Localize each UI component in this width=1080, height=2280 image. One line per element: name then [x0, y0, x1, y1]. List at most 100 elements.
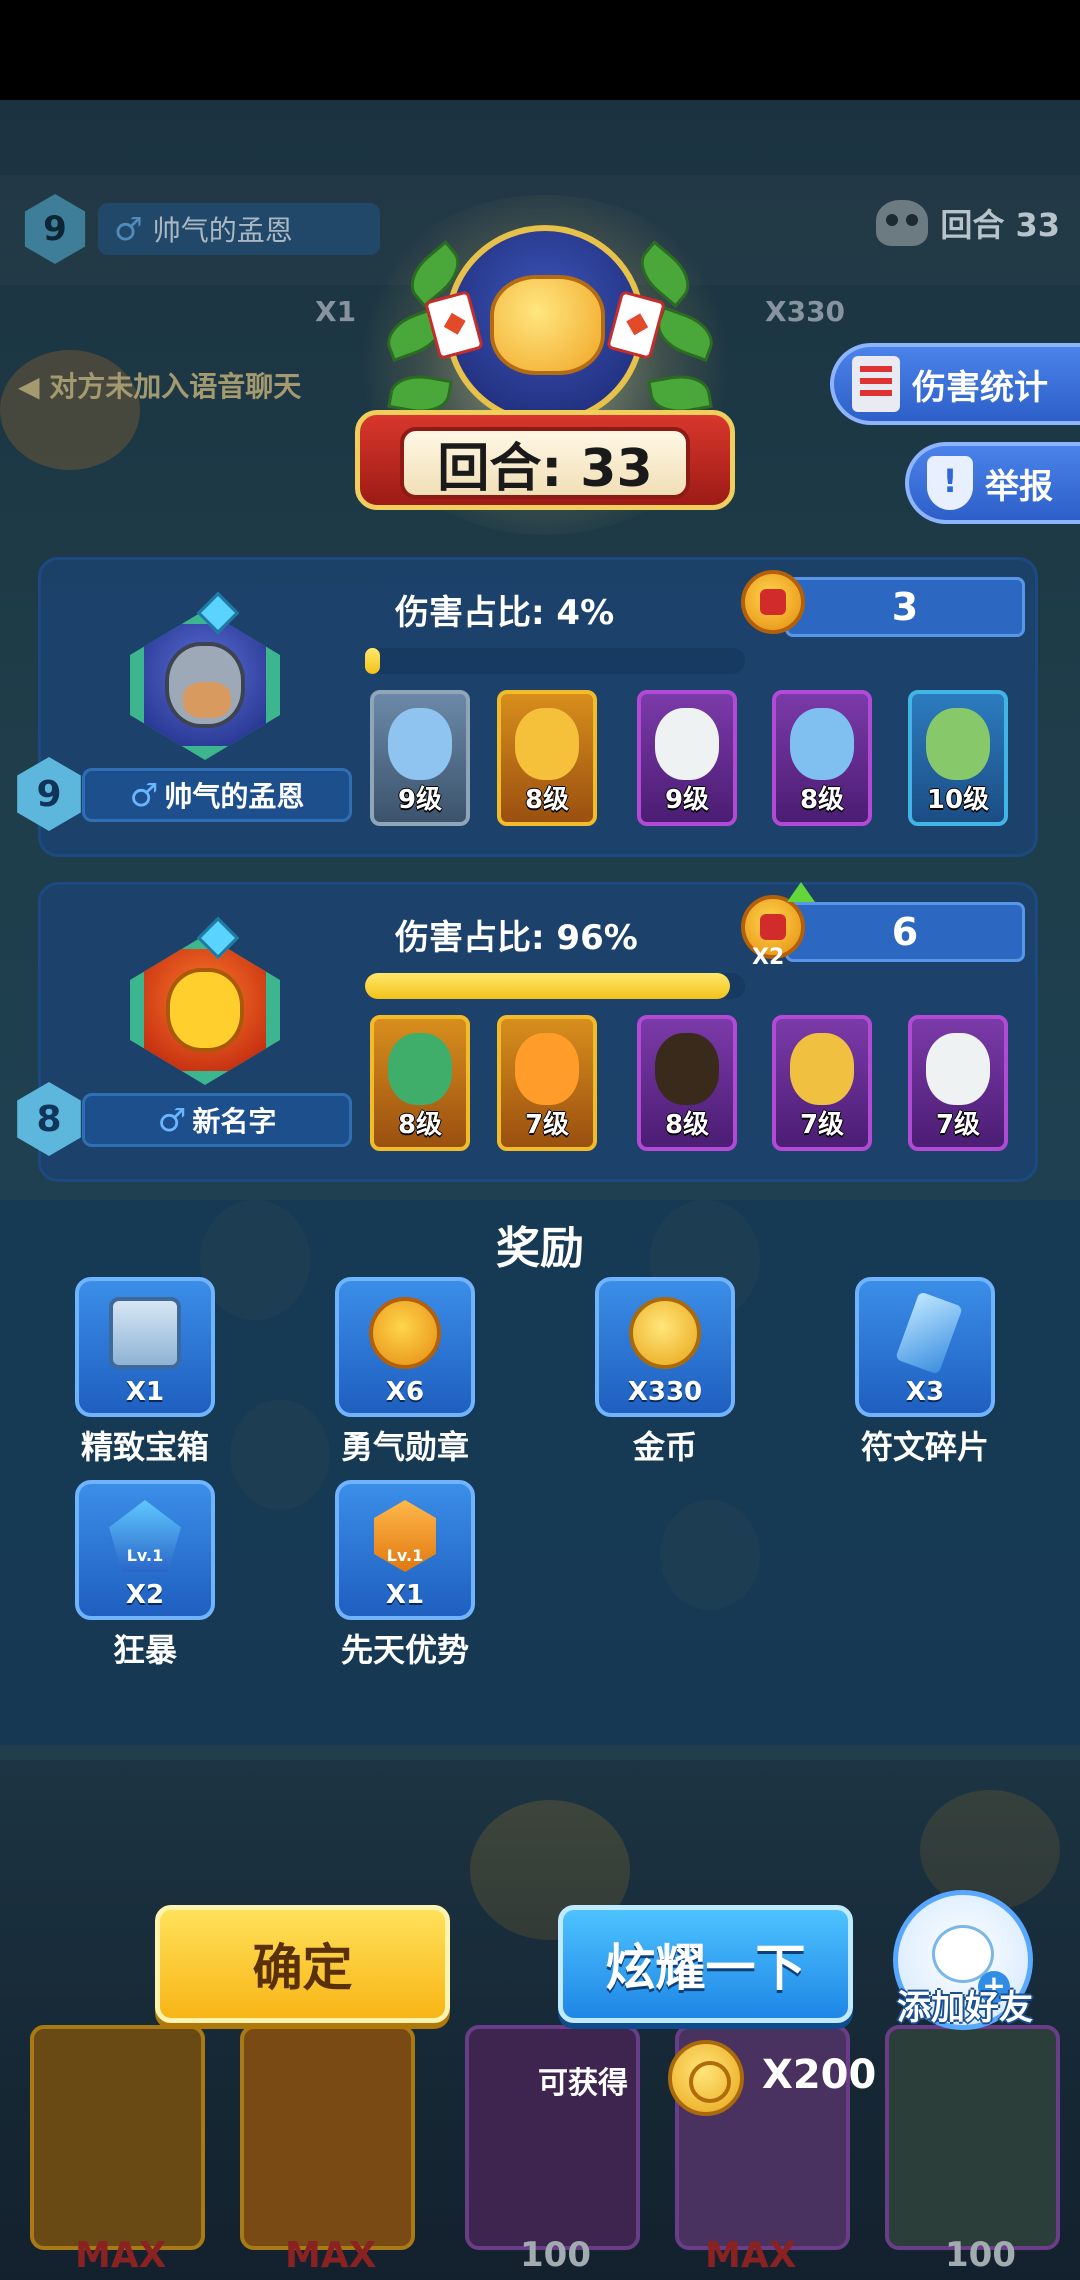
report-label: 举报: [985, 466, 1053, 507]
round-indicator: 回合 33: [876, 200, 1060, 246]
reward-quantity: X1: [385, 1580, 425, 1610]
male-icon: ♂: [114, 210, 143, 248]
hero-card[interactable]: 8级: [637, 1015, 737, 1151]
bottom-hero-card[interactable]: [240, 2025, 415, 2250]
gold-coin-icon: [629, 1297, 701, 1369]
hero-card[interactable]: 8级: [497, 690, 597, 826]
hero-level: 10级: [926, 785, 990, 815]
player-2-name-bar: ♂ 新名字: [82, 1093, 352, 1147]
monocle-hero-icon: [926, 708, 990, 780]
male-icon: ♂: [129, 776, 159, 814]
rune-shard-icon: [895, 1291, 963, 1375]
courage-medal-icon: [369, 1297, 441, 1369]
knight-avatar-icon: [144, 624, 266, 746]
player-2-damage-label: 伤害占比: 96%: [395, 918, 638, 958]
reward-quantity: X1: [125, 1377, 165, 1407]
max-label: MAX: [285, 2235, 377, 2276]
flame-avatar-icon: [144, 949, 266, 1071]
reward-quantity: X3: [905, 1377, 945, 1407]
reward-item[interactable]: X1: [75, 1277, 215, 1417]
reward-item[interactable]: X6: [335, 1277, 475, 1417]
damage-stats-button[interactable]: 伤害统计: [830, 343, 1080, 425]
reward-level-badge: Lv.1: [126, 1546, 164, 1565]
show-off-button[interactable]: 炫耀一下: [558, 1905, 853, 2023]
fire-hero-icon: [515, 1033, 579, 1105]
reward-name: 狂暴: [112, 1631, 177, 1669]
top-player-name: 帅气的孟恩: [152, 214, 293, 247]
upgrade-cost: 100: [945, 2235, 1016, 2275]
reward-name: 勇气勋章: [340, 1428, 469, 1466]
skull-icon: [876, 200, 929, 246]
miner-hero-icon: [388, 708, 452, 780]
voice-chat-text: 对方未加入语音聊天: [49, 370, 302, 403]
reward-item[interactable]: X330: [595, 1277, 735, 1417]
confirm-button[interactable]: 确定: [155, 1905, 450, 2023]
hero-level: 9级: [664, 785, 710, 815]
player-2-name: 新名字: [192, 1105, 277, 1138]
top-player-name-bar: ♂ 帅气的孟恩: [98, 203, 380, 255]
courage-medal-icon: [741, 570, 805, 634]
reward-level-badge: Lv.1: [386, 1546, 424, 1565]
hero-card[interactable]: 8级: [370, 1015, 470, 1151]
reward-item[interactable]: Lv.1 X1: [335, 1480, 475, 1620]
round-label: 回合: 33: [400, 427, 690, 499]
reward-name: 符文碎片: [860, 1428, 989, 1466]
reward-name: 先天优势: [340, 1631, 469, 1669]
max-label: MAX: [75, 2235, 167, 2276]
hero-level: 7级: [935, 1110, 981, 1140]
round-emblem: 回合: 33: [345, 195, 745, 535]
obtain-quantity: X200: [762, 2052, 877, 2098]
speaker-icon: ◀: [18, 370, 40, 403]
stats-list-icon: [852, 356, 900, 412]
reward-quantity: X6: [385, 1377, 425, 1407]
male-icon: ♂: [157, 1101, 187, 1139]
obtain-label: 可获得: [538, 2066, 628, 2101]
bottom-hero-card[interactable]: [885, 2025, 1060, 2250]
dim-count-right: X330: [765, 295, 846, 328]
astronaut-hero-icon: [790, 1033, 854, 1105]
top-player-chip: 9 ♂ 帅气的孟恩: [20, 194, 380, 264]
bottom-hero-card[interactable]: [30, 2025, 205, 2250]
hero-card[interactable]: 9级: [637, 690, 737, 826]
hero-card[interactable]: 10级: [908, 690, 1008, 826]
player-1-name: 帅气的孟恩: [164, 780, 305, 813]
hero-card[interactable]: 9级: [370, 690, 470, 826]
top-player-level: 9: [24, 194, 86, 264]
hero-card[interactable]: 8级: [772, 690, 872, 826]
goblin-hero-icon: [388, 1033, 452, 1105]
player-2-medal-multiplier: X2: [752, 945, 785, 970]
hooded-lord-hero-icon: [515, 708, 579, 780]
voice-chat-note: ◀ 对方未加入语音聊天: [18, 365, 301, 405]
up-arrow-icon: [787, 882, 815, 902]
hero-level: 8级: [524, 785, 570, 815]
reward-quantity: X2: [125, 1580, 165, 1610]
handshake-icon: [490, 275, 605, 375]
player-1-damage-label: 伤害占比: 4%: [395, 593, 615, 633]
jawa-hero-icon: [655, 1033, 719, 1105]
round-indicator-text: 回合 33: [940, 206, 1060, 244]
reward-name: 精致宝箱: [80, 1428, 209, 1466]
rewards-title: 奖励: [496, 1223, 584, 1274]
player-2-damage-fill: [365, 973, 730, 999]
report-button[interactable]: 举报: [905, 442, 1080, 524]
chest-icon: [109, 1297, 181, 1369]
mask-hat-hero-icon: [655, 708, 719, 780]
reward-quantity: X330: [627, 1377, 703, 1407]
player-1-damage-bar: [365, 648, 745, 674]
hero-level: 9级: [397, 785, 443, 815]
hero-level: 8级: [664, 1110, 710, 1140]
upgrade-cost: 100: [520, 2235, 591, 2275]
hero-level: 7级: [799, 1110, 845, 1140]
warrior-hero-icon: [790, 708, 854, 780]
hero-card[interactable]: 7级: [497, 1015, 597, 1151]
reward-name: 金币: [632, 1428, 697, 1466]
player-2-medal-count: 6: [785, 902, 1025, 962]
player-1-name-bar: ♂ 帅气的孟恩: [82, 768, 352, 822]
reward-item[interactable]: Lv.1 X2: [75, 1480, 215, 1620]
reward-item[interactable]: X3: [855, 1277, 995, 1417]
player-2-damage-bar: [365, 973, 745, 999]
hero-card[interactable]: 7级: [908, 1015, 1008, 1151]
gold-coin-icon: [668, 2040, 744, 2116]
damage-stats-label: 伤害统计: [912, 367, 1048, 408]
hero-card[interactable]: 7级: [772, 1015, 872, 1151]
